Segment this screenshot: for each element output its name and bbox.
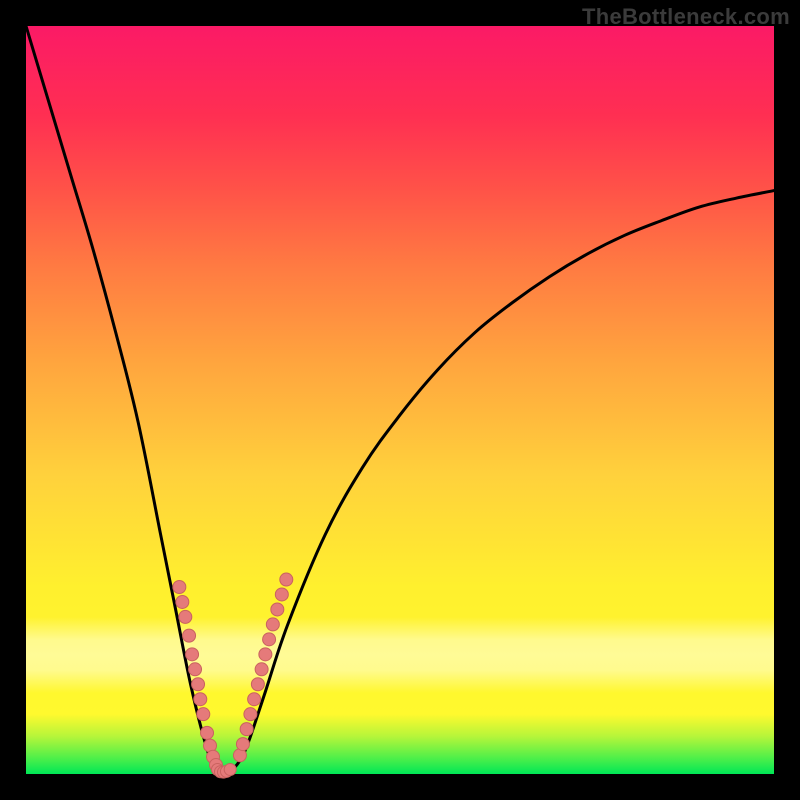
curve-marker: [275, 588, 288, 601]
curve-marker: [176, 595, 189, 608]
curve-marker: [244, 708, 257, 721]
curve-marker: [201, 726, 214, 739]
curve-marker: [255, 663, 268, 676]
curve-marker: [280, 573, 293, 586]
bottleneck-curve: [26, 26, 774, 774]
curve-marker: [263, 633, 276, 646]
curve-marker: [197, 708, 210, 721]
curve-marker: [192, 678, 205, 691]
curve-marker: [194, 693, 207, 706]
curve-marker: [248, 693, 261, 706]
curve-marker: [266, 618, 279, 631]
curve-marker: [186, 648, 199, 661]
curve-marker: [251, 678, 264, 691]
curve-marker: [173, 581, 186, 594]
curve-marker: [240, 723, 253, 736]
chart-frame: TheBottleneck.com: [0, 0, 800, 800]
curve-marker: [259, 648, 272, 661]
curve-markers: [173, 573, 293, 778]
curve-marker: [179, 610, 192, 623]
curve-marker: [271, 603, 284, 616]
curve-layer: [26, 26, 774, 774]
curve-marker: [224, 764, 236, 776]
curve-marker: [236, 738, 249, 751]
curve-marker: [189, 663, 202, 676]
curve-marker: [183, 629, 196, 642]
